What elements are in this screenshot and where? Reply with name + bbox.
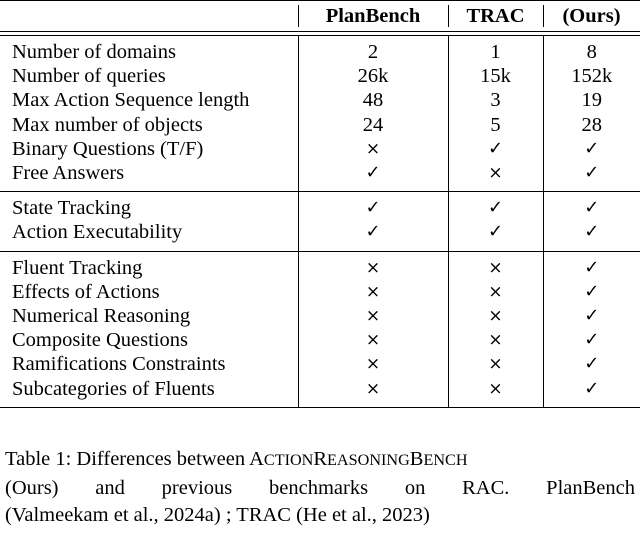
row-label: Fluent Tracking: [12, 256, 143, 279]
cell-trac: 15k: [447, 64, 543, 89]
benchmark-name-smallcaps: ACTIONREASONINGBENCH: [249, 448, 468, 470]
table-row: Number of domains 2 1 8: [0, 40, 640, 65]
cell-ours: ✓: [542, 328, 640, 353]
header-cell-planbench: PlanBench: [298, 1, 448, 32]
cell-trac: 1: [447, 40, 543, 65]
header-cell-trac: TRAC: [448, 1, 543, 32]
cell-ours: ✓: [542, 136, 640, 162]
table-row: Max Action Sequence length 48 3 19: [0, 88, 640, 113]
cell-planbench: ×: [297, 304, 448, 329]
cell-planbench: ×: [297, 328, 448, 353]
header-cell-ours: (Ours): [543, 1, 640, 32]
row-label: Number of domains: [12, 41, 176, 63]
table-caption: Table 1: Differences between ACTIONREASO…: [5, 446, 635, 530]
table-row: Free Answers ✓ × ✓: [0, 161, 640, 186]
cell-planbench: 48: [297, 88, 448, 113]
cell-trac: ×: [447, 376, 543, 401]
cell-trac: ×: [447, 352, 543, 377]
caption-line-2: (Ours) and previous benchmarks on RAC. P…: [5, 476, 635, 499]
cell-ours: 152k: [542, 64, 640, 89]
cell-trac: ✓: [447, 196, 543, 221]
cell-planbench: ✓: [297, 220, 448, 245]
cell-trac: ×: [447, 328, 543, 353]
cell-planbench: 2: [297, 40, 448, 65]
benchmark-comparison-table: PlanBench TRAC (Ours) Number of domains …: [0, 0, 640, 408]
row-label: Action Executability: [12, 221, 183, 244]
cell-trac: ✓: [447, 220, 543, 245]
cell-ours: 8: [542, 40, 640, 65]
cell-trac: 5: [447, 112, 543, 137]
row-label: Subcategories of Fluents: [12, 377, 215, 400]
table-row: Action Executability ✓ ✓ ✓: [0, 220, 640, 245]
cell-planbench: ×: [297, 136, 448, 162]
benchmark-comparison-table-container: PlanBench TRAC (Ours) Number of domains …: [0, 0, 640, 408]
cell-planbench: ×: [297, 376, 448, 401]
table-row: Number of queries 26k 15k 152k: [0, 64, 640, 89]
cell-trac: ×: [447, 279, 543, 305]
table-row: Numerical Reasoning × × ✓: [0, 304, 640, 329]
table-row: Binary Questions (T/F) × ✓ ✓: [0, 136, 640, 162]
row-label: State Tracking: [12, 197, 132, 220]
table-row: Composite Questions × × ✓: [0, 328, 640, 353]
table-figure-page: PlanBench TRAC (Ours) Number of domains …: [0, 0, 640, 543]
cell-ours: ✓: [542, 255, 640, 280]
cell-trac: ✓: [447, 136, 543, 162]
cell-trac: 3: [447, 88, 543, 113]
row-label: Number of queries: [12, 65, 166, 88]
caption-line-3: (Valmeekam et al., 2024a) ; TRAC (He et …: [5, 504, 430, 526]
cell-ours: ✓: [542, 220, 640, 245]
row-label: Max Action Sequence length: [12, 89, 250, 112]
cell-trac: ×: [447, 304, 543, 329]
row-label: Binary Questions (T/F): [12, 137, 204, 160]
cell-planbench: 24: [297, 112, 448, 137]
cell-trac: ×: [447, 255, 543, 280]
cell-planbench: ×: [297, 255, 448, 280]
cell-ours: 28: [542, 112, 640, 137]
cell-planbench: ×: [297, 279, 448, 305]
row-label: Composite Questions: [12, 329, 188, 352]
cell-ours: ✓: [542, 352, 640, 377]
row-label: Max number of objects: [12, 113, 203, 136]
cell-trac: ×: [447, 161, 543, 186]
cell-ours: 19: [542, 88, 640, 113]
table-row: Subcategories of Fluents × × ✓: [0, 376, 640, 401]
cell-ours: ✓: [542, 196, 640, 221]
cell-ours: ✓: [542, 304, 640, 329]
caption-line-1: Table 1: Differences between ACTIONREASO…: [5, 446, 635, 475]
row-label: Ramifications Constraints: [12, 353, 226, 376]
row-label: Effects of Actions: [12, 280, 160, 303]
table-row: Ramifications Constraints × × ✓: [0, 352, 640, 377]
cell-ours: ✓: [542, 279, 640, 305]
cell-planbench: 26k: [297, 64, 448, 89]
row-label: Numerical Reasoning: [12, 305, 191, 328]
cell-ours: ✓: [542, 161, 640, 186]
cell-planbench: ✓: [297, 196, 448, 221]
header-cell-blank: [0, 1, 298, 32]
row-label: Free Answers: [12, 162, 125, 185]
cell-planbench: ✓: [297, 161, 448, 186]
cell-ours: ✓: [542, 376, 640, 401]
table-header-row: PlanBench TRAC (Ours): [0, 1, 640, 32]
caption-prefix: Table 1: Differences between: [5, 448, 250, 470]
table-rule-bottom: [0, 407, 640, 408]
table-row: Effects of Actions × × ✓: [0, 279, 640, 305]
table-row: Fluent Tracking × × ✓: [0, 255, 640, 280]
table-row: Max number of objects 24 5 28: [0, 112, 640, 137]
cell-planbench: ×: [297, 352, 448, 377]
table-row: State Tracking ✓ ✓ ✓: [0, 196, 640, 221]
